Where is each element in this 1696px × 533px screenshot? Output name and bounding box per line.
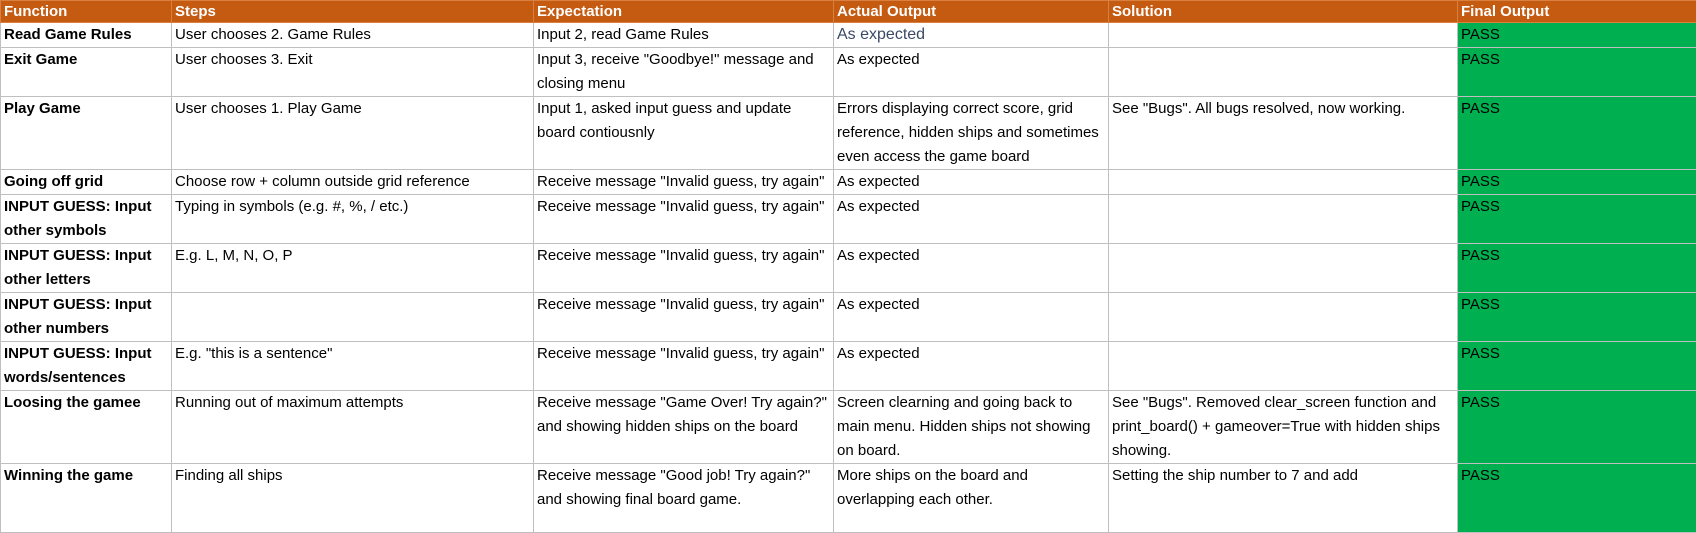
cell-solution[interactable] xyxy=(1109,170,1458,195)
cell-solution[interactable]: See "Bugs". Removed clear_screen functio… xyxy=(1109,391,1458,464)
cell-function[interactable]: INPUT GUESS: Input other symbols xyxy=(1,195,172,244)
cell-actual-output[interactable]: As expected xyxy=(834,170,1109,195)
cell-steps[interactable]: Running out of maximum attempts xyxy=(172,391,534,464)
cell-expectation[interactable]: Receive message "Invalid guess, try agai… xyxy=(534,293,834,342)
cell-solution[interactable] xyxy=(1109,342,1458,391)
cell-expectation[interactable]: Receive message "Invalid guess, try agai… xyxy=(534,195,834,244)
table-row: INPUT GUESS: Input other symbols Typing … xyxy=(1,195,1696,244)
cell-function[interactable]: INPUT GUESS: Input other numbers xyxy=(1,293,172,342)
cell-actual-output[interactable]: As expected xyxy=(834,48,1109,97)
cell-solution[interactable] xyxy=(1109,293,1458,342)
cell-actual-output[interactable]: As expected xyxy=(834,293,1109,342)
header-final-output[interactable]: Final Output xyxy=(1458,1,1696,23)
cell-final-output[interactable]: PASS xyxy=(1458,97,1696,170)
cell-function[interactable]: INPUT GUESS: Input words/sentences xyxy=(1,342,172,391)
header-steps[interactable]: Steps xyxy=(172,1,534,23)
cell-function[interactable]: Play Game xyxy=(1,97,172,170)
cell-function[interactable]: INPUT GUESS: Input other letters xyxy=(1,244,172,293)
cell-expectation[interactable]: Receive message "Invalid guess, try agai… xyxy=(534,244,834,293)
header-solution[interactable]: Solution xyxy=(1109,1,1458,23)
cell-actual-output[interactable]: As expected xyxy=(834,244,1109,293)
cell-expectation[interactable]: Input 3, receive "Goodbye!" message and … xyxy=(534,48,834,97)
cell-steps[interactable]: User chooses 3. Exit xyxy=(172,48,534,97)
cell-steps[interactable]: E.g. "this is a sentence" xyxy=(172,342,534,391)
table-row: INPUT GUESS: Input other numbers Receive… xyxy=(1,293,1696,342)
cell-steps[interactable]: User chooses 1. Play Game xyxy=(172,97,534,170)
cell-solution[interactable]: Setting the ship number to 7 and add xyxy=(1109,464,1458,533)
cell-actual-output[interactable]: As expected xyxy=(834,195,1109,244)
cell-solution[interactable] xyxy=(1109,244,1458,293)
cell-actual-output[interactable]: As expected xyxy=(834,23,1109,48)
cell-steps[interactable]: User chooses 2. Game Rules xyxy=(172,23,534,48)
cell-function[interactable]: Read Game Rules xyxy=(1,23,172,48)
cell-expectation[interactable]: Receive message "Invalid guess, try agai… xyxy=(534,342,834,391)
cell-steps[interactable]: Finding all ships xyxy=(172,464,534,533)
cell-solution[interactable] xyxy=(1109,48,1458,97)
cell-expectation[interactable]: Receive message "Good job! Try again?" a… xyxy=(534,464,834,533)
cell-expectation[interactable]: Receive message "Invalid guess, try agai… xyxy=(534,170,834,195)
cell-function[interactable]: Going off grid xyxy=(1,170,172,195)
table-row: Exit Game User chooses 3. Exit Input 3, … xyxy=(1,48,1696,97)
cell-solution[interactable]: See "Bugs". All bugs resolved, now worki… xyxy=(1109,97,1458,170)
cell-steps[interactable]: Choose row + column outside grid referen… xyxy=(172,170,534,195)
cell-final-output[interactable]: PASS xyxy=(1458,170,1696,195)
cell-final-output[interactable]: PASS xyxy=(1458,195,1696,244)
cell-final-output[interactable]: PASS xyxy=(1458,48,1696,97)
table-row: Loosing the gamee Running out of maximum… xyxy=(1,391,1696,464)
cell-final-output[interactable]: PASS xyxy=(1458,23,1696,48)
cell-solution[interactable] xyxy=(1109,23,1458,48)
table-row: Play Game User chooses 1. Play Game Inpu… xyxy=(1,97,1696,170)
header-function[interactable]: Function xyxy=(1,1,172,23)
cell-actual-output[interactable]: Errors displaying correct score, grid re… xyxy=(834,97,1109,170)
table-row: Going off grid Choose row + column outsi… xyxy=(1,170,1696,195)
cell-expectation[interactable]: Receive message "Game Over! Try again?" … xyxy=(534,391,834,464)
cell-expectation[interactable]: Input 2, read Game Rules xyxy=(534,23,834,48)
cell-final-output[interactable]: PASS xyxy=(1458,293,1696,342)
cell-final-output[interactable]: PASS xyxy=(1458,244,1696,293)
cell-actual-output[interactable]: As expected xyxy=(834,342,1109,391)
test-results-table: Function Steps Expectation Actual Output… xyxy=(0,0,1696,533)
cell-steps[interactable]: Typing in symbols (e.g. #, %, / etc.) xyxy=(172,195,534,244)
cell-solution[interactable] xyxy=(1109,195,1458,244)
cell-actual-output[interactable]: Screen clearning and going back to main … xyxy=(834,391,1109,464)
cell-final-output[interactable]: PASS xyxy=(1458,342,1696,391)
cell-function[interactable]: Winning the game xyxy=(1,464,172,533)
cell-expectation[interactable]: Input 1, asked input guess and update bo… xyxy=(534,97,834,170)
header-row: Function Steps Expectation Actual Output… xyxy=(1,1,1696,23)
table-row: INPUT GUESS: Input other letters E.g. L,… xyxy=(1,244,1696,293)
table-row: Winning the game Finding all ships Recei… xyxy=(1,464,1696,533)
header-expectation[interactable]: Expectation xyxy=(534,1,834,23)
cell-final-output[interactable]: PASS xyxy=(1458,464,1696,533)
cell-steps[interactable]: E.g. L, M, N, O, P xyxy=(172,244,534,293)
table-row: INPUT GUESS: Input words/sentences E.g. … xyxy=(1,342,1696,391)
cell-function[interactable]: Loosing the gamee xyxy=(1,391,172,464)
cell-actual-output[interactable]: More ships on the board and overlapping … xyxy=(834,464,1109,533)
cell-function[interactable]: Exit Game xyxy=(1,48,172,97)
cell-final-output[interactable]: PASS xyxy=(1458,391,1696,464)
header-actual-output[interactable]: Actual Output xyxy=(834,1,1109,23)
table-row: Read Game Rules User chooses 2. Game Rul… xyxy=(1,23,1696,48)
cell-steps[interactable] xyxy=(172,293,534,342)
